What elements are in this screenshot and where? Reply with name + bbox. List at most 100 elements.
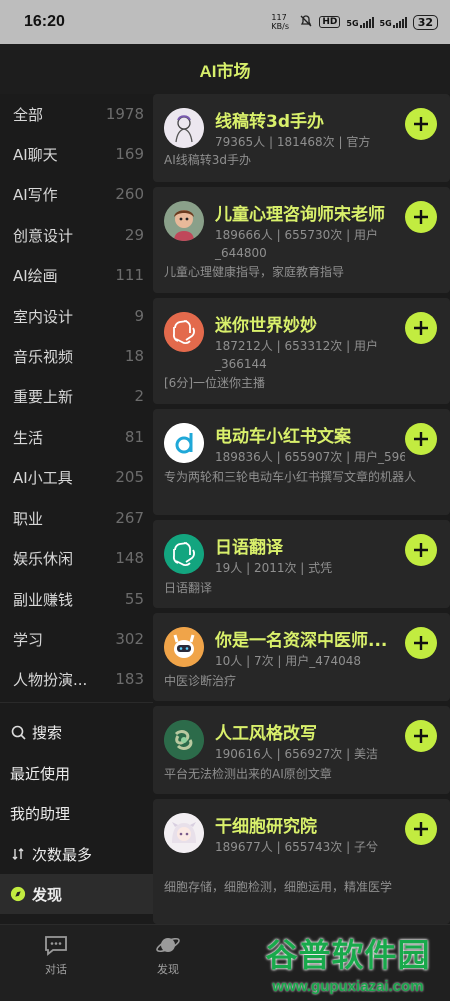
search-label: 搜索 bbox=[32, 723, 63, 742]
add-button[interactable] bbox=[405, 720, 437, 752]
category-item-ai-chat[interactable]: AI聊天 169 bbox=[0, 134, 153, 174]
assistant-list: 线稿转3d手办 79365人 | 181468次 | 官方 AI线稿转3d手办 … bbox=[153, 94, 450, 924]
category-item-roleplay[interactable]: 人物扮演... 183 bbox=[0, 659, 153, 699]
category-item-career[interactable]: 职业 267 bbox=[0, 498, 153, 538]
category-item-creative-design[interactable]: 创意设计 29 bbox=[0, 215, 153, 255]
plus-icon bbox=[414, 543, 428, 557]
signal-icon-1: 5G bbox=[346, 16, 374, 28]
watermark-title: 谷普软件园 bbox=[265, 936, 431, 974]
plus-icon bbox=[414, 432, 428, 446]
category-item-life[interactable]: 生活 81 bbox=[0, 417, 153, 457]
category-count: 302 bbox=[115, 630, 144, 648]
category-count: 169 bbox=[115, 145, 144, 163]
assistant-meta: 79365人 | 181468次 | 官方 bbox=[215, 135, 371, 149]
assistant-name: 电动车小红书文案 bbox=[215, 427, 351, 447]
add-button[interactable] bbox=[405, 813, 437, 845]
status-icons: 117 KB/s HD 5G 5G 32 bbox=[271, 13, 438, 31]
category-label: 学习 bbox=[13, 630, 44, 649]
recent-label: 最近使用 bbox=[10, 764, 71, 783]
tab-discover[interactable]: 发现 bbox=[138, 933, 198, 977]
assistant-card[interactable]: 线稿转3d手办 79365人 | 181468次 | 官方 AI线稿转3d手办 bbox=[153, 94, 450, 182]
app-header: AI市场 bbox=[0, 44, 450, 94]
plus-icon bbox=[414, 210, 428, 224]
add-button[interactable] bbox=[405, 627, 437, 659]
category-label: AI写作 bbox=[13, 185, 58, 204]
category-count: 111 bbox=[115, 266, 144, 284]
category-label: 副业赚钱 bbox=[13, 590, 74, 609]
planet-icon bbox=[156, 937, 180, 953]
status-bar: 16:20 117 KB/s HD 5G 5G 32 bbox=[0, 0, 450, 44]
assistant-card[interactable]: 你是一名资深中医师... 10人 | 7次 | 用户_474048 中医诊断治疗 bbox=[153, 613, 450, 701]
signal-label-2: 5G bbox=[379, 18, 392, 28]
my-assistant-label: 我的助理 bbox=[10, 804, 71, 823]
category-item-music-video[interactable]: 音乐视频 18 bbox=[0, 336, 153, 376]
category-item-side-income[interactable]: 副业赚钱 55 bbox=[0, 579, 153, 619]
assistant-desc: 日语翻译 bbox=[164, 581, 213, 595]
category-item-ai-writing[interactable]: AI写作 260 bbox=[0, 174, 153, 214]
category-label: 职业 bbox=[13, 509, 44, 528]
add-button[interactable] bbox=[405, 423, 437, 455]
most-used-button[interactable]: 次数最多 bbox=[0, 834, 153, 874]
category-count: 2 bbox=[134, 387, 144, 405]
assistant-card[interactable]: 干细胞研究院 189677人 | 655743次 | 子兮 细胞存储，细胞检测，… bbox=[153, 799, 450, 924]
assistant-card[interactable]: 人工风格改写 190616人 | 656927次 | 美洁 平台无法检测出来的A… bbox=[153, 706, 450, 794]
assistant-name: 你是一名资深中医师... bbox=[215, 631, 388, 651]
search-icon bbox=[10, 724, 26, 740]
category-item-ai-tools[interactable]: AI小工具 205 bbox=[0, 457, 153, 497]
category-label: AI小工具 bbox=[13, 468, 73, 487]
category-count: 81 bbox=[124, 428, 144, 446]
my-assistant-button[interactable]: 我的助理 bbox=[0, 793, 153, 833]
add-button[interactable] bbox=[405, 108, 437, 140]
category-label: 室内设计 bbox=[13, 307, 74, 326]
assistant-meta: 19人 | 2011次 | 式凭 bbox=[215, 561, 333, 575]
category-item-new-releases[interactable]: 重要上新 2 bbox=[0, 376, 153, 416]
tab-chat[interactable]: 对话 bbox=[26, 933, 86, 977]
category-count: 205 bbox=[115, 468, 144, 486]
sidebar-divider bbox=[0, 702, 153, 703]
hd-badge: HD bbox=[319, 16, 341, 28]
add-button[interactable] bbox=[405, 201, 437, 233]
category-count: 29 bbox=[124, 226, 144, 244]
watermark-url: www.gupuxiazai.com bbox=[272, 978, 424, 995]
discover-button[interactable]: 发现 bbox=[0, 874, 153, 914]
assistant-name: 日语翻译 bbox=[215, 538, 283, 558]
plus-icon bbox=[414, 636, 428, 650]
assistant-meta: 189836人 | 655907次 | 用户_596652 bbox=[215, 450, 405, 464]
assistant-desc: 专为两轮和三轮电动车小红书撰写文章的机器人 bbox=[164, 470, 417, 484]
category-item-ai-painting[interactable]: AI绘画 111 bbox=[0, 255, 153, 295]
category-label: 娱乐休闲 bbox=[13, 549, 74, 568]
category-count: 267 bbox=[115, 509, 144, 527]
assistant-name: 儿童心理咨询师宋老师 bbox=[215, 205, 385, 225]
avatar bbox=[164, 201, 204, 241]
category-item-all[interactable]: 全部 1978 bbox=[0, 94, 153, 134]
assistant-desc: 细胞存储，细胞检测，细胞运用，精准医学 bbox=[164, 880, 393, 894]
tab-discover-label: 发现 bbox=[157, 963, 179, 976]
category-item-interior-design[interactable]: 室内设计 9 bbox=[0, 296, 153, 336]
assistant-card[interactable]: 迷你世界妙妙 187212人 | 653312次 | 用户_366144 [6分… bbox=[153, 298, 450, 404]
plus-icon bbox=[414, 321, 428, 335]
category-item-entertainment[interactable]: 娱乐休闲 148 bbox=[0, 538, 153, 578]
assistant-card[interactable]: 电动车小红书文案 189836人 | 655907次 | 用户_596652 专… bbox=[153, 409, 450, 515]
plus-icon bbox=[414, 117, 428, 131]
recent-button[interactable]: 最近使用 bbox=[0, 753, 153, 793]
assistant-meta: 187212人 | 653312次 | 用户_366144 bbox=[215, 339, 378, 371]
assistant-desc: AI线稿转3d手办 bbox=[164, 153, 252, 167]
assistant-card[interactable]: 日语翻译 19人 | 2011次 | 式凭 日语翻译 bbox=[153, 520, 450, 608]
category-item-study[interactable]: 学习 302 bbox=[0, 619, 153, 659]
battery-icon: 32 bbox=[412, 14, 438, 30]
search-button[interactable]: 搜索 bbox=[0, 712, 153, 752]
avatar bbox=[164, 627, 204, 667]
category-label: AI绘画 bbox=[13, 266, 58, 285]
signal-icon-2: 5G bbox=[379, 16, 407, 28]
watermark-logo: 谷普软件园 www.gupuxiazai.com bbox=[246, 928, 450, 1000]
mute-icon bbox=[299, 14, 313, 31]
plus-icon bbox=[414, 729, 428, 743]
add-button[interactable] bbox=[405, 534, 437, 566]
category-label: AI聊天 bbox=[13, 145, 58, 164]
network-speed: 117 KB/s bbox=[271, 13, 289, 31]
add-button[interactable] bbox=[405, 312, 437, 344]
avatar bbox=[164, 813, 204, 853]
category-label: 重要上新 bbox=[13, 387, 74, 406]
avatar bbox=[164, 720, 204, 760]
assistant-card[interactable]: 儿童心理咨询师宋老师 189666人 | 655730次 | 用户_644800… bbox=[153, 187, 450, 293]
